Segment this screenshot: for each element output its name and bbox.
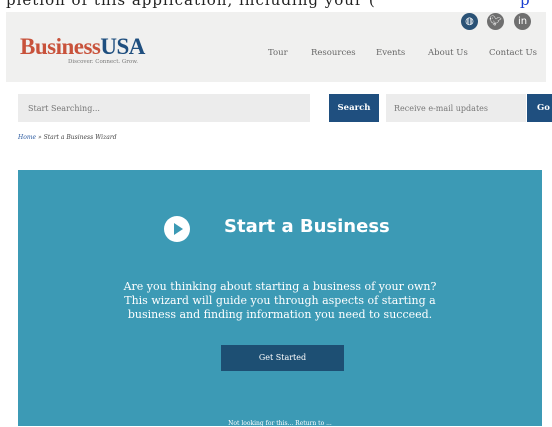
site-header: BusinessUSA Discover. Connect. Grow. ◍ 🐦… [6,12,546,82]
hero-description-line: Are you thinking about starting a busine… [123,280,437,293]
linkedin-icon[interactable]: in [514,13,531,30]
breadcrumb: Home » Start a Business Wizard [18,134,117,141]
breadcrumb-current: Start a Business Wizard [43,134,117,141]
get-started-button[interactable]: Get Started [221,345,344,371]
nav-about-us[interactable]: About Us [428,48,468,58]
hero-panel: Start a Business Are you thinking about … [18,170,542,427]
breadcrumb-home-link[interactable]: Home [18,134,36,141]
logo-tagline: Discover. Connect. Grow. [68,59,139,65]
globe-icon[interactable]: ◍ [461,13,478,30]
logo-text-usa: USA [100,34,145,59]
search-input[interactable] [18,94,310,122]
top-strip-text: pletion of this application, including y… [6,0,376,9]
top-strip-link[interactable]: p [520,0,531,9]
nav-contact-us[interactable]: Contact Us [489,48,537,58]
hero-description-line: business and finding information you nee… [127,308,433,321]
hero-description: Are you thinking about starting a busine… [18,280,542,322]
nav-events[interactable]: Events [376,48,405,58]
nav-tour[interactable]: Tour [268,48,288,58]
twitter-icon[interactable]: 🐦︎ [487,13,504,30]
go-button[interactable]: Go [527,94,552,122]
email-updates-input[interactable] [386,94,526,122]
search-button[interactable]: Search [329,94,379,122]
logo-text-business: Business [20,34,101,59]
play-icon[interactable] [164,216,190,242]
nav-resources[interactable]: Resources [311,48,356,58]
top-strip: pletion of this application, including y… [0,0,552,12]
hero-title: Start a Business [224,216,390,237]
hero-description-line: This wizard will guide you through aspec… [124,294,436,307]
search-row: Search Go [18,94,552,122]
breadcrumb-separator: » [36,134,44,141]
logo[interactable]: BusinessUSA Discover. Connect. Grow. [20,34,145,65]
